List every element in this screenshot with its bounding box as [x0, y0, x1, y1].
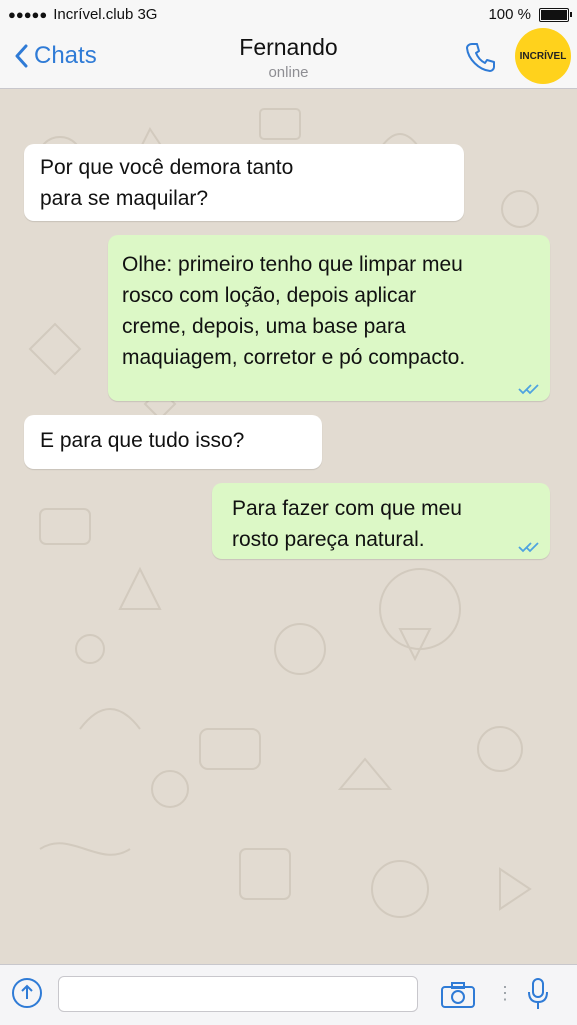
phone-icon[interactable]: [464, 40, 498, 74]
camera-icon[interactable]: [440, 981, 476, 1009]
read-receipt-icon: [518, 542, 539, 553]
message-input-bar: ⋮: [0, 964, 577, 1025]
message-input[interactable]: [58, 976, 418, 1012]
message-text: Para fazer com que meu rosto pareça natu…: [232, 497, 462, 551]
divider-dots: ⋮: [496, 983, 514, 1003]
upload-icon[interactable]: [12, 978, 42, 1008]
message-bubble-incoming[interactable]: E para que tudo isso?: [24, 415, 322, 469]
battery-percentage: 100 %: [488, 6, 531, 23]
message-text: Por que você demora tanto para se maquil…: [40, 156, 294, 210]
message-bubble-outgoing[interactable]: Olhe: primeiro tenho que limpar meu rosc…: [108, 235, 550, 401]
message-text: Olhe: primeiro tenho que limpar meu rosc…: [122, 253, 466, 369]
carrier-name: Incrível.club 3G: [53, 6, 158, 23]
signal-strength-icon: ●●●●●: [8, 7, 48, 22]
battery-icon: [539, 7, 572, 22]
microphone-icon[interactable]: [526, 977, 550, 1011]
message-list[interactable]: Por que você demora tanto para se maquil…: [0, 89, 577, 964]
status-bar: ●●●●● Incrível.club 3G 100 %: [0, 0, 577, 30]
message-text: E para que tudo isso?: [40, 429, 245, 452]
upload-arrow-icon: [21, 984, 33, 999]
message-bubble-incoming[interactable]: Por que você demora tanto para se maquil…: [24, 144, 464, 221]
chat-header: Chats Fernando online INCRÍVEL: [0, 28, 577, 89]
incrivel-logo: INCRÍVEL: [515, 28, 571, 84]
message-bubble-outgoing[interactable]: Para fazer com que meu rosto pareça natu…: [212, 483, 550, 559]
read-receipt-icon: [518, 384, 539, 395]
